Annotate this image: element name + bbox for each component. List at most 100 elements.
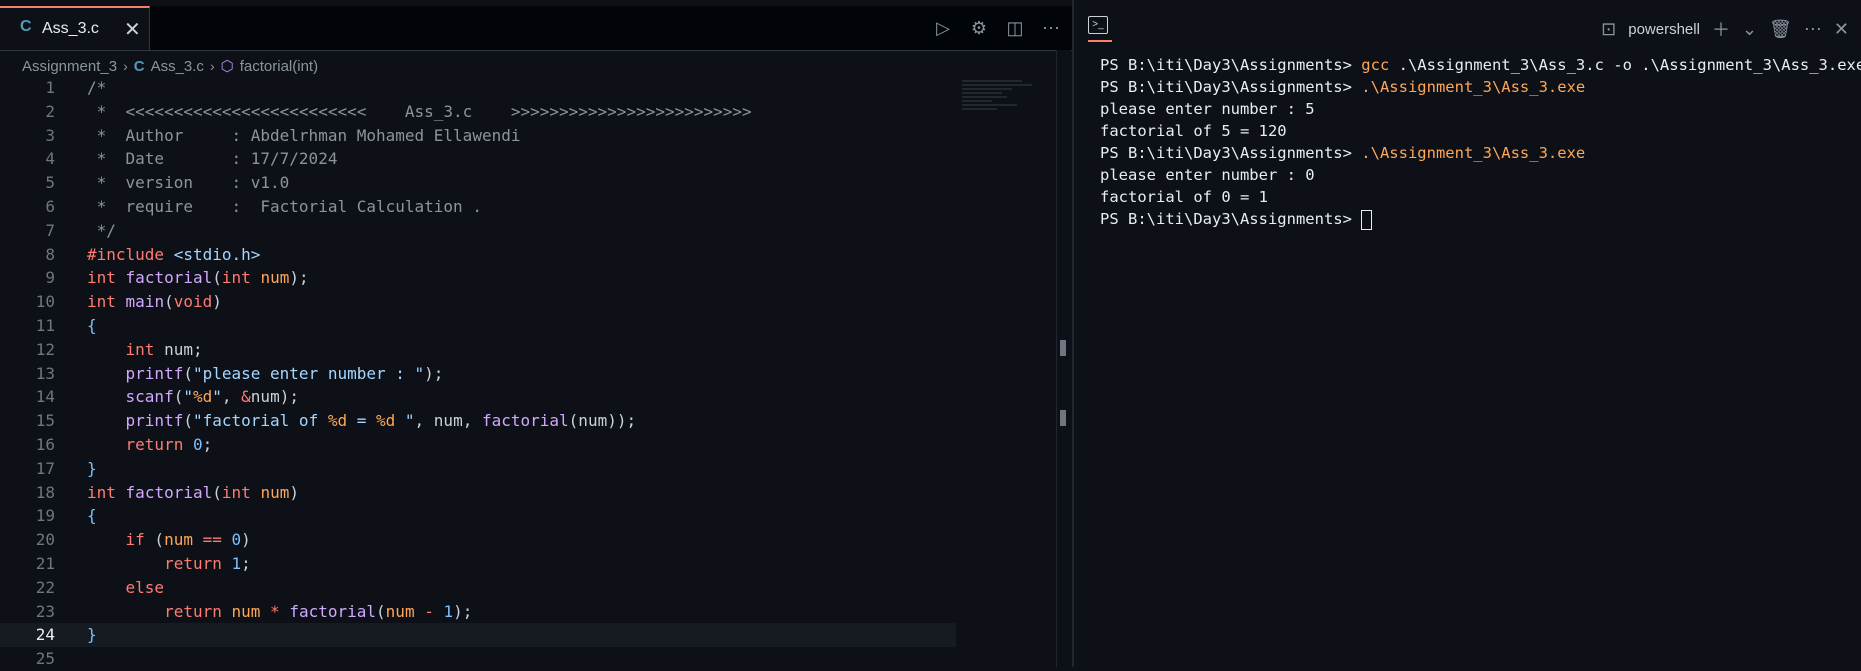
line-number: 20	[35, 530, 55, 550]
vscode-window: C Ass_3.c ✕ ▷ ⚙ ◫ ⋯ Assignment_3 › C Ass…	[0, 0, 1861, 668]
line-text: int factorial(int num);	[87, 268, 309, 288]
code-line[interactable]: 15 printf("factorial of %d = %d ", num, …	[0, 409, 1060, 433]
run-debug-icon[interactable]: ▷	[932, 17, 954, 39]
code-line[interactable]: 3 * Author : Abdelrhman Mohamed Ellawend…	[0, 124, 1060, 148]
code-line[interactable]: 19 {	[0, 504, 1060, 528]
line-text: printf("please enter number : ");	[125, 363, 444, 383]
scrollbar-marker	[1060, 410, 1066, 426]
gear-icon[interactable]: ⚙	[968, 17, 990, 39]
line-text: * Author : Abdelrhman Mohamed Ellawendi	[87, 125, 521, 145]
line-number: 9	[45, 268, 55, 288]
code-line[interactable]: 9 int factorial(int num);	[0, 266, 1060, 290]
line-text: int main(void)	[87, 292, 222, 312]
split-editor-icon[interactable]: ◫	[1004, 17, 1026, 39]
code-line[interactable]: 10 int main(void)	[0, 290, 1060, 314]
line-text: }	[87, 458, 97, 478]
code-line[interactable]: 4 * Date : 17/7/2024	[0, 147, 1060, 171]
chevron-down-icon[interactable]: ⌄	[1742, 19, 1757, 40]
terminal-cursor	[1361, 209, 1373, 230]
minimap[interactable]	[962, 80, 1032, 130]
line-text: return num * factorial(num - 1);	[164, 601, 473, 621]
line-text: * Date : 17/7/2024	[87, 149, 338, 169]
close-icon[interactable]: ✕	[1834, 19, 1849, 40]
line-number: 14	[35, 387, 55, 407]
code-line[interactable]: 8 #include <stdio.h>	[0, 243, 1060, 267]
breadcrumb: Assignment_3 › C Ass_3.c › ⬡ factorial(i…	[22, 56, 318, 76]
line-number: 19	[35, 506, 55, 526]
terminal-icon: ⊡	[1601, 18, 1617, 39]
plus-icon[interactable]: ＋	[1712, 16, 1730, 42]
code-line[interactable]: 17}	[0, 457, 1060, 481]
line-text: return 1;	[164, 553, 251, 573]
code-line[interactable]: 14 scanf("%d", &num);	[0, 385, 1060, 409]
line-text: return 0;	[125, 434, 213, 454]
line-number: 23	[35, 601, 55, 621]
line-number: 3	[45, 125, 55, 145]
code-line[interactable]: 22 else	[0, 576, 1060, 600]
code-line[interactable]: 21 return 1;	[0, 552, 1060, 576]
code-line[interactable]: 23 return num * factorial(num - 1);	[0, 600, 1060, 624]
terminal-line: PS B:\iti\Day3\Assignments> .\Assignment…	[1100, 144, 1586, 162]
tab-label: Ass_3.c	[42, 20, 99, 37]
line-text: if (num == 0)	[125, 530, 251, 550]
editor-actions: ▷ ⚙ ◫ ⋯	[932, 16, 1062, 40]
trash-icon[interactable]: 🗑	[1769, 19, 1792, 40]
terminal-line: factorial of 0 = 1	[1100, 188, 1268, 206]
code-line[interactable]: 12 int num;	[0, 338, 1060, 362]
c-file-icon: C	[20, 18, 32, 35]
code-line[interactable]: 6 * require : Factorial Calculation .	[0, 195, 1060, 219]
breadcrumb-symbol[interactable]: factorial(int)	[240, 58, 318, 75]
line-text: else	[125, 577, 165, 597]
chevron-right-icon: ›	[209, 58, 215, 74]
line-number: 6	[45, 196, 55, 216]
breadcrumb-file[interactable]: Ass_3.c	[151, 58, 204, 75]
breadcrumb-folder[interactable]: Assignment_3	[22, 58, 117, 75]
line-text: /*	[87, 78, 107, 97]
code-line[interactable]: 2 * <<<<<<<<<<<<<<<<<<<<<<<<< Ass_3.c >>…	[0, 100, 1060, 124]
terminal-line: PS B:\iti\Day3\Assignments>	[1100, 208, 1861, 230]
terminal-header: >_ ⊡ powershell ＋ ⌄ 🗑 ⋯ ✕	[1074, 6, 1861, 50]
tab-ass3-c[interactable]: C Ass_3.c ✕	[0, 6, 150, 50]
line-text: */	[87, 220, 116, 240]
terminal-output[interactable]: PS B:\iti\Day3\Assignments> gcc .\Assign…	[1100, 54, 1861, 230]
shell-label[interactable]: powershell	[1628, 21, 1700, 38]
code-line[interactable]: 16 return 0;	[0, 433, 1060, 457]
vertical-scrollbar[interactable]	[1056, 50, 1071, 667]
code-line[interactable]: 20 if (num == 0)	[0, 528, 1060, 552]
code-line[interactable]: 5 * version : v1.0	[0, 171, 1060, 195]
code-line[interactable]: 13 printf("please enter number : ");	[0, 362, 1060, 386]
line-number: 25	[35, 649, 55, 669]
code-area[interactable]: 1 /* 2 * <<<<<<<<<<<<<<<<<<<<<<<<< Ass_3.c…	[0, 76, 1060, 671]
more-icon[interactable]: ⋯	[1040, 17, 1062, 39]
line-text: {	[87, 315, 97, 335]
terminal-actions: ⊡ powershell ＋ ⌄ 🗑 ⋯ ✕	[1601, 16, 1849, 42]
terminal-line: please enter number : 0	[1100, 166, 1315, 184]
line-text: #include <stdio.h>	[87, 244, 261, 264]
line-text: * <<<<<<<<<<<<<<<<<<<<<<<<< Ass_3.c >>>>…	[87, 101, 752, 121]
terminal-icon: >_	[1088, 16, 1108, 34]
terminal-line: PS B:\iti\Day3\Assignments> gcc .\Assign…	[1100, 56, 1861, 74]
line-number: 1	[45, 78, 55, 97]
scrollbar-thumb[interactable]	[1060, 340, 1066, 356]
editor-pane: C Ass_3.c ✕ ▷ ⚙ ◫ ⋯ Assignment_3 › C Ass…	[0, 0, 1072, 668]
terminal-line: please enter number : 5	[1100, 100, 1315, 118]
code-line[interactable]: 24}	[0, 623, 956, 648]
line-text: {	[87, 506, 97, 526]
line-number: 15	[35, 411, 55, 431]
terminal-tab[interactable]: >_	[1088, 16, 1112, 42]
code-line[interactable]: 7 */	[0, 219, 1060, 243]
terminal-line: PS B:\iti\Day3\Assignments> .\Assignment…	[1100, 78, 1586, 96]
more-icon[interactable]: ⋯	[1804, 19, 1822, 40]
line-number: 8	[45, 244, 55, 264]
terminal-pane: >_ ⊡ powershell ＋ ⌄ 🗑 ⋯ ✕ PS B:\iti\Day3…	[1074, 0, 1861, 667]
tab-bar: C Ass_3.c ✕ ▷ ⚙ ◫ ⋯	[0, 6, 1072, 51]
line-number: 17	[35, 458, 55, 478]
close-icon[interactable]: ✕	[124, 17, 141, 42]
code-line[interactable]: 1 /*	[0, 76, 1060, 100]
line-number: 10	[35, 292, 55, 312]
code-line[interactable]: 11 {	[0, 314, 1060, 338]
code-line[interactable]: 18 int factorial(int num)	[0, 481, 1060, 505]
line-number: 12	[35, 339, 55, 359]
code-line[interactable]: 25	[0, 647, 1060, 671]
line-number: 22	[35, 577, 55, 597]
